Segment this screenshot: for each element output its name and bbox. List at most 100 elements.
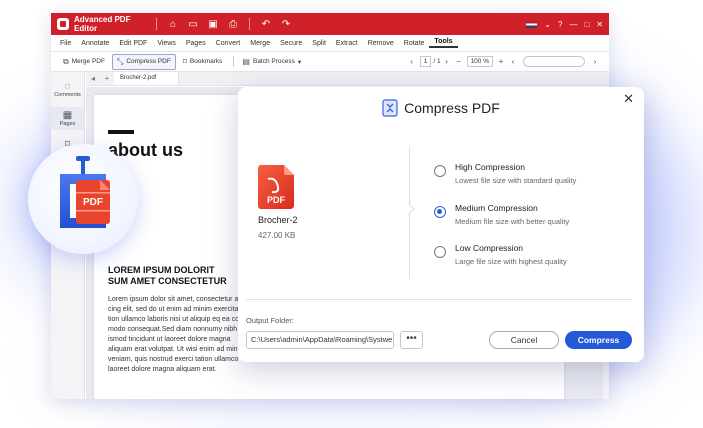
cancel-button[interactable]: Cancel bbox=[489, 331, 559, 349]
sidebar-item-comments[interactable]: ◌ Comments bbox=[51, 81, 84, 98]
page-body-text: Lorem ipsum dolor sit amet, consectetur … bbox=[108, 296, 245, 373]
language-flag-icon[interactable] bbox=[526, 20, 538, 28]
option-title: High Compression bbox=[455, 162, 525, 172]
compress-feature-badge: PDF bbox=[28, 144, 138, 254]
option-description: Large file size with highest quality bbox=[455, 257, 567, 266]
folder-icon[interactable]: ▭ bbox=[183, 19, 203, 30]
new-tab-icon[interactable]: + bbox=[100, 74, 114, 83]
pdf-file-icon: PDF bbox=[258, 165, 294, 209]
option-medium-compression[interactable]: Medium Compression Medium file size with… bbox=[434, 203, 569, 226]
merge-pdf-label: Merge PDF bbox=[71, 58, 105, 65]
next-page-icon[interactable]: › bbox=[441, 57, 453, 66]
page-navigator: ‹ 1 / 1 › − 100 % + ‹ › bbox=[406, 56, 609, 67]
home-icon[interactable]: ⌂ bbox=[163, 19, 183, 30]
horizontal-divider bbox=[246, 299, 632, 300]
save-icon[interactable]: ▣ bbox=[203, 19, 223, 30]
sidebar-item-label: Comments bbox=[54, 92, 81, 98]
compress-pdf-button[interactable]: ⤡ Compress PDF bbox=[111, 53, 176, 70]
menu-merge[interactable]: Merge bbox=[245, 40, 275, 47]
page-number-input[interactable]: 1 bbox=[419, 56, 432, 67]
file-info: PDF Brocher-2 427.00 KB bbox=[258, 165, 368, 240]
menu-extract[interactable]: Extract bbox=[331, 40, 363, 47]
output-folder-input[interactable]: C:\Users\admin\AppData\Roaming\Systwe bbox=[246, 331, 394, 349]
title-bar: Advanced PDF Editor ⌂ ▭ ▣ ⎙ ↶ ↷ ⌄ ? — □ … bbox=[51, 13, 609, 35]
browse-button[interactable]: ••• bbox=[400, 331, 423, 349]
chevron-left-icon[interactable]: ◂ bbox=[86, 74, 100, 83]
menu-views[interactable]: Views bbox=[152, 40, 181, 47]
menu-remove[interactable]: Remove bbox=[363, 40, 399, 47]
bookmarks-label: Bookmarks bbox=[189, 58, 223, 65]
batch-process-button[interactable]: ▤ Batch Process ▾ bbox=[238, 55, 305, 68]
menu-secure[interactable]: Secure bbox=[275, 40, 307, 47]
bookmark-icon: ⌑ bbox=[182, 57, 187, 66]
comment-icon: ◌ bbox=[64, 81, 71, 92]
help-icon[interactable]: ? bbox=[558, 20, 562, 29]
bookmarks-button[interactable]: ⌑ Bookmarks bbox=[179, 55, 227, 68]
redo-icon[interactable]: ↷ bbox=[276, 19, 296, 30]
stage: Advanced PDF Editor ⌂ ▭ ▣ ⎙ ↶ ↷ ⌄ ? — □ … bbox=[0, 0, 703, 428]
chevron-down-icon: ▾ bbox=[297, 58, 302, 66]
merge-icon: ⧉ bbox=[63, 56, 69, 66]
search-input[interactable] bbox=[523, 56, 585, 67]
close-window-icon[interactable]: ✕ bbox=[596, 20, 603, 29]
app-title: Advanced PDF Editor bbox=[74, 15, 131, 33]
option-text: Low Compression Large file size with hig… bbox=[455, 243, 567, 266]
page-total: / 1 bbox=[433, 58, 441, 65]
menu-file[interactable]: File bbox=[55, 40, 76, 47]
option-title: Low Compression bbox=[455, 243, 524, 253]
pdf-clamp-icon: PDF bbox=[60, 156, 110, 228]
pages-icon: ▦ bbox=[62, 110, 73, 121]
output-folder-label: Output Folder: bbox=[246, 316, 294, 325]
sidebar-item-pages[interactable]: ▦ Pages bbox=[51, 107, 84, 130]
radio-low-compression[interactable] bbox=[434, 246, 446, 258]
batch-process-label: Batch Process bbox=[252, 58, 295, 65]
zoom-level[interactable]: 100 % bbox=[466, 56, 493, 67]
undo-icon[interactable]: ↶ bbox=[256, 19, 276, 30]
print-icon[interactable]: ⎙ bbox=[223, 19, 243, 30]
toolbar-separator bbox=[233, 56, 235, 67]
merge-pdf-button[interactable]: ⧉ Merge PDF bbox=[59, 55, 109, 69]
option-description: Medium file size with better quality bbox=[455, 217, 570, 226]
option-high-compression[interactable]: High Compression Lowest file size with s… bbox=[434, 162, 576, 185]
pdf-badge-text: PDF bbox=[267, 195, 286, 205]
title-accent-bar bbox=[108, 130, 134, 134]
zoom-out-icon[interactable]: − bbox=[453, 57, 465, 66]
tab-document[interactable]: Brocher-2.pdf bbox=[114, 72, 180, 85]
batch-icon: ▤ bbox=[242, 57, 250, 66]
tools-toolbar: ⧉ Merge PDF ⤡ Compress PDF ⌑ Bookmarks ▤… bbox=[51, 52, 609, 72]
chevron-down-icon[interactable]: ⌄ bbox=[544, 20, 551, 29]
file-size: 427.00 KB bbox=[258, 231, 296, 240]
compress-button[interactable]: Compress bbox=[565, 331, 632, 349]
option-text: Medium Compression Medium file size with… bbox=[455, 203, 569, 226]
minimize-icon[interactable]: — bbox=[569, 20, 577, 29]
zoom-in-icon[interactable]: + bbox=[495, 57, 507, 66]
maximize-icon[interactable]: □ bbox=[584, 20, 589, 29]
sidebar-item-label: Pages bbox=[59, 121, 76, 127]
option-low-compression[interactable]: Low Compression Large file size with hig… bbox=[434, 243, 567, 266]
dialog-header: Compress PDF bbox=[238, 97, 644, 119]
dialog-title: Compress PDF bbox=[404, 100, 500, 116]
badge-text: PDF bbox=[83, 197, 103, 208]
back-icon[interactable]: ‹ bbox=[507, 57, 519, 66]
menu-convert[interactable]: Convert bbox=[211, 40, 246, 47]
menu-split[interactable]: Split bbox=[307, 40, 331, 47]
menu-annotate[interactable]: Annotate bbox=[76, 40, 114, 47]
option-text: High Compression Lowest file size with s… bbox=[455, 162, 576, 185]
page-heading: LOREM IPSUM DOLORIT SUM AMET CONSECTETUR bbox=[108, 265, 227, 286]
menu-tools[interactable]: Tools bbox=[429, 38, 458, 48]
compress-pdf-label: Compress PDF bbox=[126, 58, 171, 65]
option-description: Lowest file size with standard quality bbox=[455, 176, 577, 185]
menu-pages[interactable]: Pages bbox=[181, 40, 211, 47]
menu-rotate[interactable]: Rotate bbox=[399, 40, 430, 47]
radio-medium-compression[interactable] bbox=[434, 206, 446, 218]
prev-page-icon[interactable]: ‹ bbox=[406, 57, 418, 66]
radio-high-compression[interactable] bbox=[434, 165, 446, 177]
forward-icon[interactable]: › bbox=[589, 57, 601, 66]
menu-edit-pdf[interactable]: Edit PDF bbox=[114, 40, 152, 47]
document-tab-strip: ◂ + Brocher-2.pdf bbox=[86, 72, 609, 86]
compress-icon: ⤡ bbox=[116, 56, 124, 66]
window-controls: ⌄ ? — □ ✕ bbox=[519, 20, 603, 29]
option-title: Medium Compression bbox=[455, 203, 538, 213]
close-icon[interactable]: ✕ bbox=[623, 91, 634, 107]
title-separator bbox=[156, 18, 157, 30]
